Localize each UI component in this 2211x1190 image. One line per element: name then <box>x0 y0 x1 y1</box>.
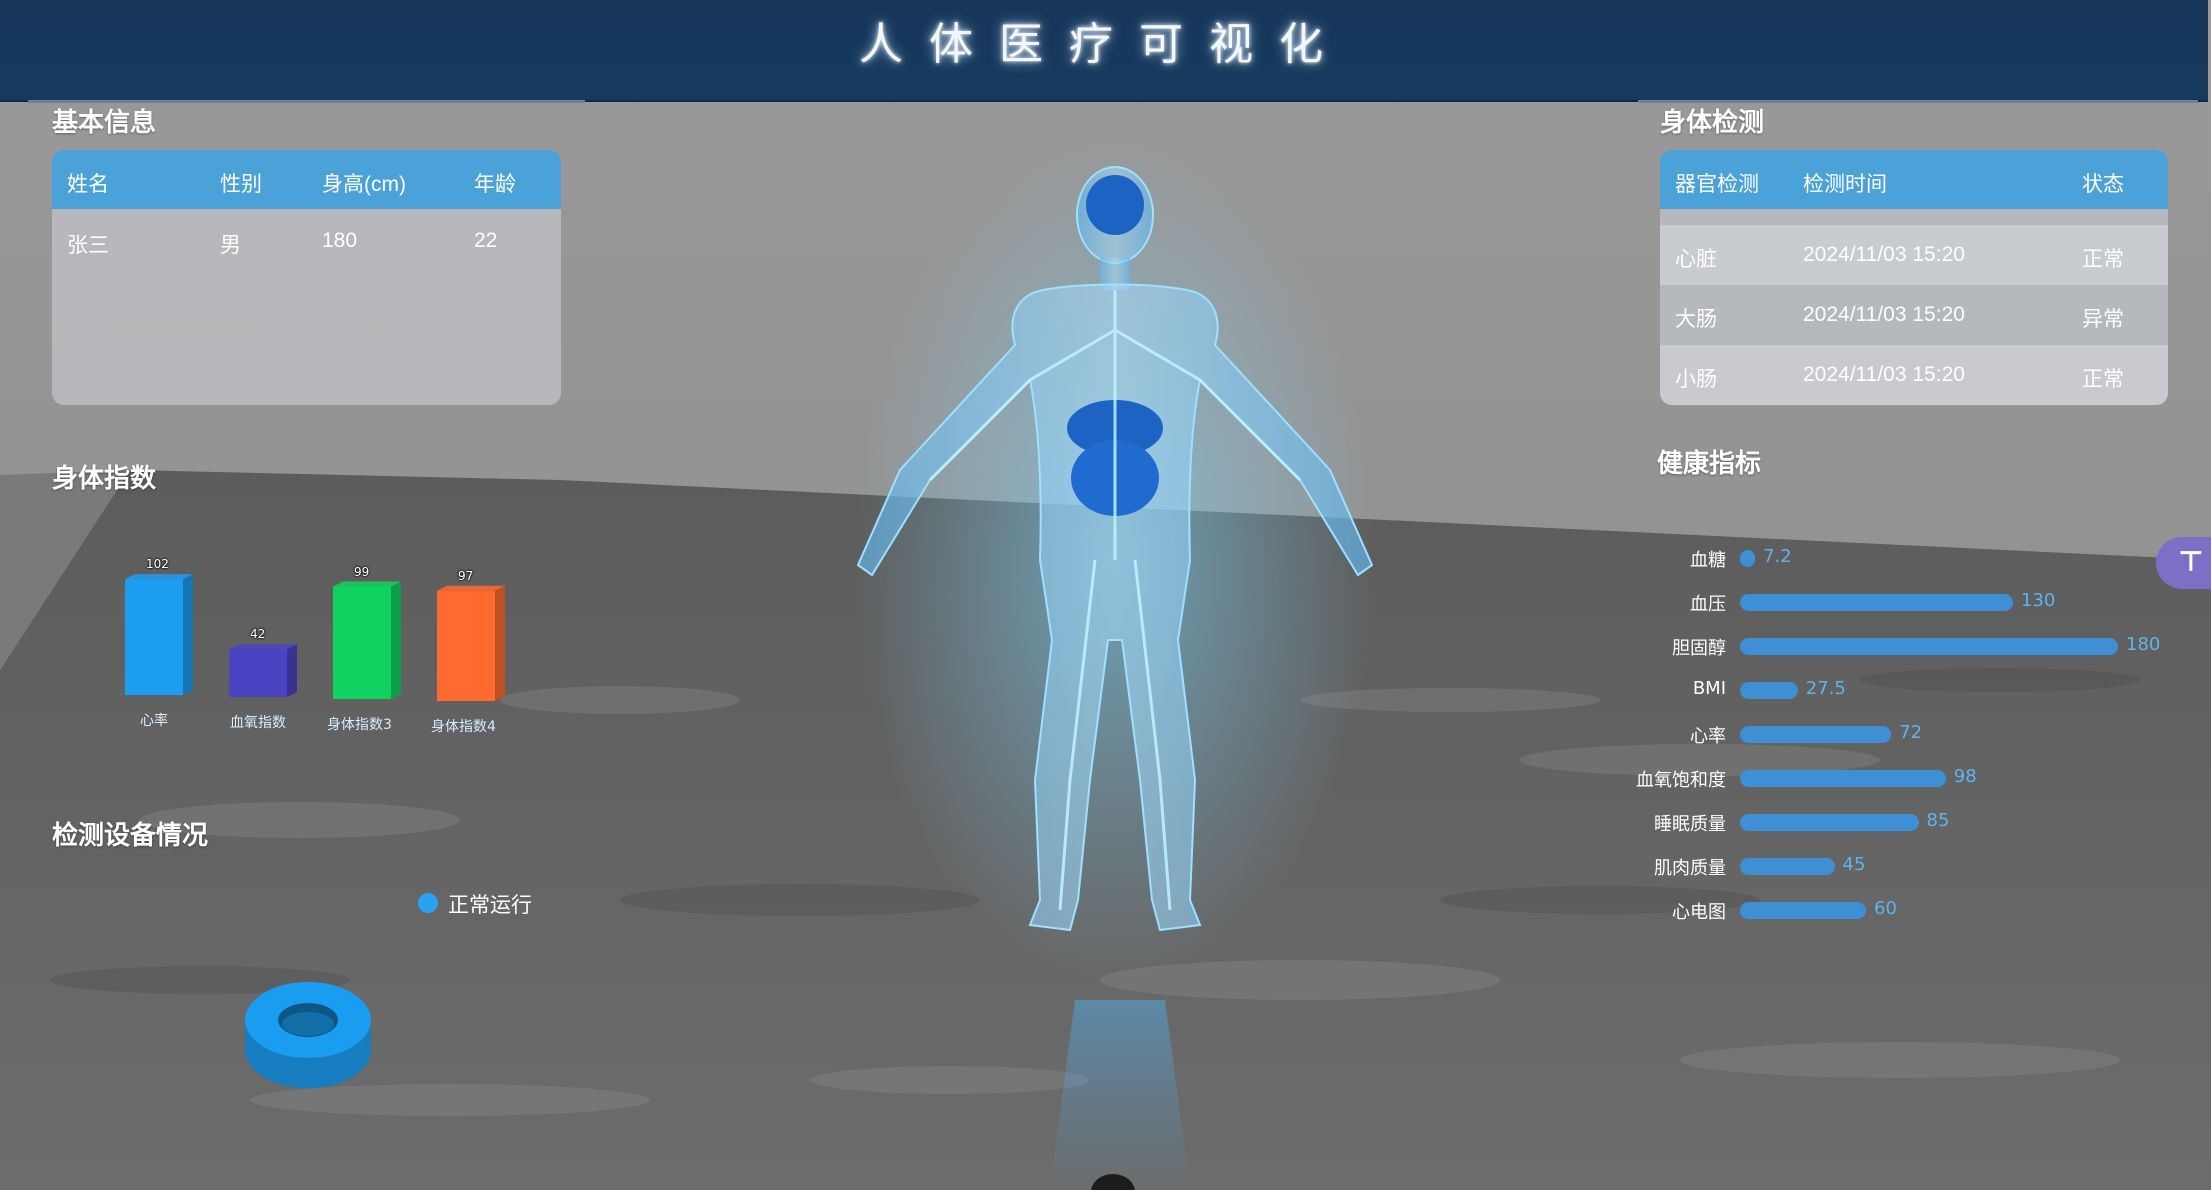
page-title: 人体医疗可视化 <box>859 19 1349 70</box>
device-status-chart <box>245 982 371 1088</box>
health-category-label: 血氧饱和度 <box>1636 770 1726 791</box>
health-value-label: 130 <box>2021 590 2056 611</box>
column-header-age: 年龄 <box>474 173 516 196</box>
health-value-label: 180 <box>2126 634 2161 655</box>
health-category-label: 血糖 <box>1690 550 1726 571</box>
health-value-label: 60 <box>1874 898 1897 919</box>
health-bar[interactable] <box>1740 726 1892 743</box>
cell-time: 2024/11/03 15:20 <box>1803 243 1965 266</box>
cell-height: 180 <box>322 229 358 252</box>
health-category-label: 心电图 <box>1672 902 1726 923</box>
table-row: 小肠 2024/11/03 15:20 正常 <box>1660 345 2168 405</box>
cell-status: 正常 <box>2082 248 2124 271</box>
cell-organ: 大肠 <box>1675 308 1717 331</box>
column-header-gender: 性别 <box>220 173 262 196</box>
health-value-label: 7.2 <box>1763 546 1792 567</box>
column-header-time: 检测时间 <box>1803 173 1887 196</box>
health-category-label: BMI <box>1692 678 1726 699</box>
legend-label[interactable]: 正常运行 <box>448 889 532 919</box>
health-category-label: 胆固醇 <box>1672 638 1726 659</box>
health-value-label: 72 <box>1899 722 1923 743</box>
bar-3[interactable] <box>333 581 401 700</box>
bar-value-label: 42 <box>250 627 266 642</box>
column-header-organ: 器官检测 <box>1675 173 1759 196</box>
bar-4[interactable] <box>437 585 505 701</box>
body-check-header-row: 器官检测 检测时间 状态 <box>1660 150 2168 209</box>
column-header-status: 状态 <box>2082 173 2124 196</box>
filter-icon[interactable]: ⊤ <box>2178 545 2204 578</box>
health-bar[interactable] <box>1740 594 2013 611</box>
health-bar[interactable] <box>1740 682 1798 699</box>
health-value-label: 27.5 <box>1805 678 1846 699</box>
cell-organ: 心脏 <box>1675 248 1717 271</box>
basic-info-table: 姓名 性别 身高(cm) 年龄 张三 男 180 22 <box>52 150 561 405</box>
bar-category-label: 心率 <box>140 713 168 729</box>
cell-status: 异常 <box>2082 308 2124 331</box>
health-value-label: 45 <box>1842 854 1866 875</box>
health-category-label: 心率 <box>1690 726 1726 747</box>
table-row: 心脏 2024/11/03 15:20 正常 <box>1660 225 2168 285</box>
cell-age: 22 <box>474 229 498 252</box>
basic-info-title: 基本信息 <box>52 108 157 138</box>
cell-organ: 小肠 <box>1675 368 1717 391</box>
bar-2[interactable] <box>229 644 297 697</box>
bar-category-label: 身体指数3 <box>327 717 392 733</box>
donut-slice-normal[interactable] <box>245 982 371 1088</box>
health-category-label: 睡眠质量 <box>1654 814 1726 835</box>
device-status-title: 检测设备情况 <box>52 821 209 851</box>
table-row: 张三 男 180 22 <box>52 209 561 269</box>
header-bar: 人体医疗可视化 <box>0 0 2208 102</box>
cell-time: 2024/11/03 15:20 <box>1803 363 1965 386</box>
health-bar[interactable] <box>1740 814 1919 831</box>
health-value-label: 98 <box>1953 766 1977 787</box>
body-check-title: 身体检测 <box>1660 108 1765 138</box>
health-value-label: 85 <box>1926 810 1950 831</box>
health-bar[interactable] <box>1740 638 2118 655</box>
bar-value-label: 97 <box>458 568 474 583</box>
health-bar[interactable] <box>1740 858 1835 875</box>
bar-category-label: 血氧指数 <box>230 715 286 731</box>
table-row: 大肠 2024/11/03 15:20 异常 <box>1660 285 2168 345</box>
column-header-name: 姓名 <box>67 173 109 196</box>
health-category-label: 肌肉质量 <box>1654 858 1726 879</box>
health-category-label: 血压 <box>1690 594 1726 615</box>
health-bar[interactable] <box>1740 770 1946 787</box>
legend-marker[interactable] <box>418 893 438 913</box>
health-bar[interactable] <box>1740 550 1756 567</box>
health-title: 健康指标 <box>1657 449 1762 479</box>
body-index-title: 身体指数 <box>52 464 157 494</box>
cell-gender: 男 <box>220 234 241 257</box>
column-header-height: 身高(cm) <box>322 173 406 196</box>
health-bar[interactable] <box>1740 902 1866 919</box>
basic-info-header-row: 姓名 性别 身高(cm) 年龄 <box>52 150 561 209</box>
side-filter-tab[interactable]: ⊤ <box>2156 537 2211 589</box>
bar-1[interactable] <box>125 574 193 695</box>
body-check-table: 器官检测 检测时间 状态 心脏 2024/11/03 15:20 正常 大肠 2… <box>1660 150 2168 405</box>
bar-value-label: 99 <box>354 564 370 579</box>
bar-value-label: 102 <box>146 557 169 572</box>
cell-status: 正常 <box>2082 368 2124 391</box>
cell-name: 张三 <box>67 234 109 257</box>
cell-time: 2024/11/03 15:20 <box>1803 303 1965 326</box>
bar-category-label: 身体指数4 <box>431 719 496 735</box>
